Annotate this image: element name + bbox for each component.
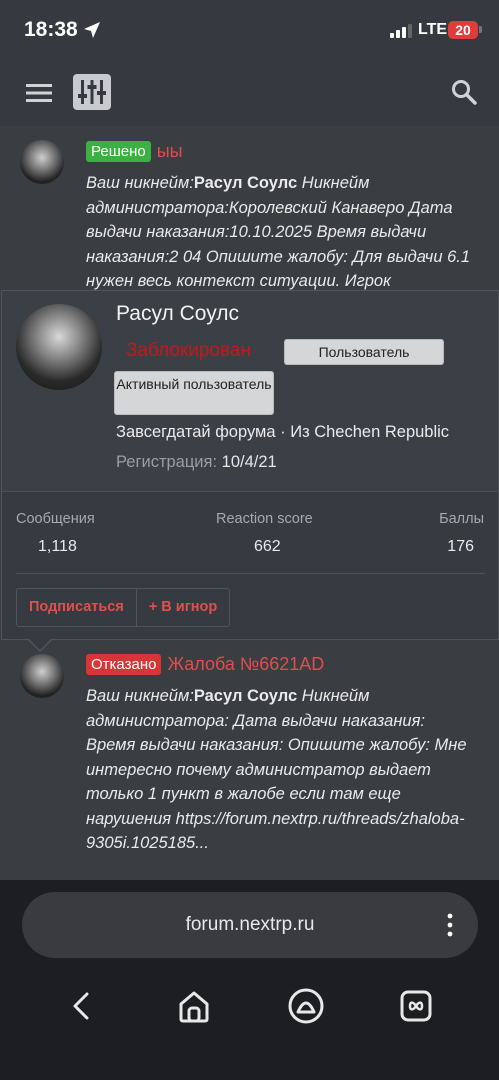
thread-snippet: Ваш никнейм:Расул Соулс Никнейм админист… (86, 684, 476, 856)
follow-button[interactable]: Подписаться (17, 589, 136, 626)
snippet-prefix: Ваш никнейм: (86, 687, 194, 705)
thread-snippet: Ваш никнейм:Расул Соулс Никнейм админист… (86, 171, 476, 294)
status-badge: Отказано (86, 654, 162, 675)
user-group-badge: Пользователь (284, 339, 444, 365)
registration-date: 10/4/21 (221, 453, 277, 471)
thread-title-row: Отказано Жалоба №6621AD (86, 654, 324, 675)
search-icon[interactable] (450, 78, 478, 106)
stat-messages-label: Сообщения (16, 511, 95, 527)
thread-title[interactable]: Жалоба №6621AD (167, 654, 324, 675)
snippet-prefix: Ваш никнейм: (86, 174, 194, 192)
member-banned-status: Заблокирован (126, 340, 251, 361)
member-name[interactable]: Расул Соулс (116, 302, 239, 326)
more-vertical-icon[interactable] (440, 912, 460, 938)
stat-points-value: 176 (447, 538, 474, 555)
status-time: 18:38 (24, 18, 78, 41)
filter-icon[interactable] (73, 74, 111, 110)
stat-reaction-label: Reaction score (216, 511, 313, 527)
stat-reaction-value: 662 (254, 538, 281, 555)
thread-title-row: Решено ыы (86, 141, 183, 162)
back-icon[interactable] (62, 986, 102, 1026)
thread-item[interactable]: Решено ыы Ваш никнейм:Расул Соулс Никней… (0, 126, 499, 290)
avatar[interactable] (20, 140, 64, 184)
member-registration: Регистрация: 10/4/21 (116, 453, 277, 472)
tooltip-pointer (28, 639, 52, 652)
snippet-nickname: Расул Соулс (193, 174, 298, 192)
location-arrow-icon (84, 22, 100, 38)
top-navbar (0, 62, 499, 126)
snippet-body: Никнейм администратора: Дата выдачи нака… (86, 687, 467, 852)
stat-points-label: Баллы (439, 511, 484, 527)
ignore-button[interactable]: + В игнор (135, 589, 229, 626)
signal-icon (390, 24, 412, 38)
menu-icon[interactable] (26, 82, 52, 104)
snippet-nickname: Расул Соулс (193, 687, 298, 705)
address-bar[interactable]: forum.nextrp.ru (22, 892, 478, 958)
status-badge: Решено (86, 141, 151, 162)
member-user-title: Завсегдатай форума · Из Chechen Republic (116, 423, 450, 441)
stat-messages-value: 1,118 (38, 538, 77, 555)
tabs-icon[interactable] (396, 986, 436, 1026)
member-tooltip-card: Расул Соулс Заблокирован Пользователь Ак… (1, 290, 499, 640)
member-actions: Подписаться + В игнор (16, 588, 231, 627)
avatar[interactable] (20, 654, 64, 698)
active-user-badge: Активный пользователь (114, 371, 274, 415)
registration-label: Регистрация: (116, 453, 218, 471)
url-text[interactable]: forum.nextrp.ru (22, 914, 478, 936)
status-bar: 18:38 LTE 20 (0, 0, 499, 62)
divider (16, 573, 485, 574)
thread-title[interactable]: ыы (157, 141, 183, 162)
divider (2, 491, 498, 492)
network-label: LTE (418, 21, 448, 38)
battery-level: 20 (448, 21, 478, 39)
thread-item[interactable]: Отказано Жалоба №6621AD Ваш никнейм:Расу… (0, 640, 499, 880)
browser-bottom-bar: forum.nextrp.ru (0, 880, 499, 1080)
home-icon[interactable] (174, 986, 214, 1026)
battery-cap (479, 26, 482, 33)
member-avatar[interactable] (16, 304, 102, 390)
assistant-icon[interactable] (286, 986, 326, 1026)
